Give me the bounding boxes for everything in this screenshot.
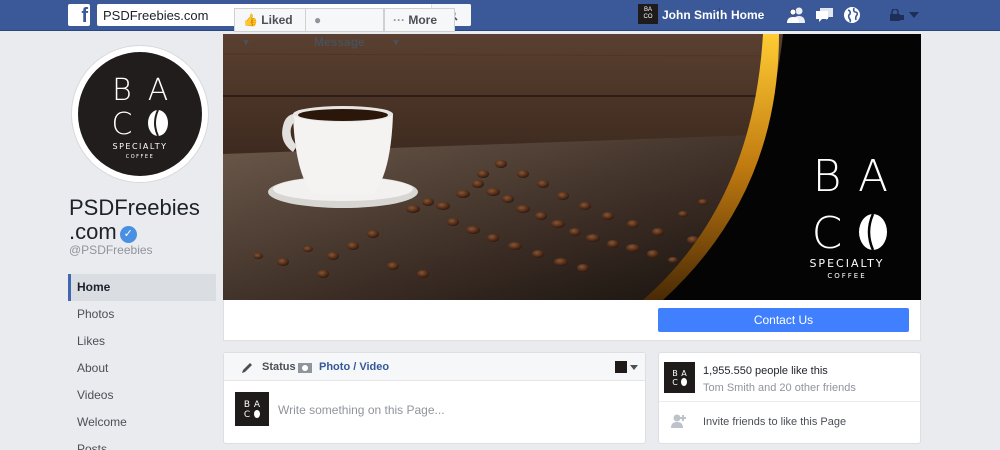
svg-text:B: B xyxy=(672,369,678,378)
svg-text:B: B xyxy=(813,151,842,202)
svg-text:C: C xyxy=(244,410,250,420)
svg-text:SPECIALTY: SPECIALTY xyxy=(809,257,884,270)
baco-logo-mark: B A C SPECIALTY COFFEE xyxy=(112,73,169,160)
nav-item-likes[interactable]: Likes xyxy=(68,328,216,355)
svg-text:A: A xyxy=(681,369,687,378)
nav-item-welcome[interactable]: Welcome xyxy=(68,409,216,436)
svg-text:B: B xyxy=(112,73,132,108)
page-title-line1: PSDFreebies xyxy=(69,195,200,220)
globe-icon[interactable] xyxy=(843,6,861,24)
likes-page-avatar[interactable]: B A C xyxy=(664,362,695,393)
likes-count[interactable]: 1,955.550 people like this xyxy=(703,365,828,377)
page-navigation: Home Photos Likes About Videos Welcome P… xyxy=(68,274,216,450)
tab-status[interactable]: Status xyxy=(262,361,296,373)
likes-box: B A C 1,955.550 people like this Tom Smi… xyxy=(658,352,921,444)
divider xyxy=(719,8,720,22)
dropdown-arrow-icon[interactable] xyxy=(909,12,919,18)
profile-picture[interactable]: B A C SPECIALTY COFFEE xyxy=(72,46,208,182)
svg-text:A: A xyxy=(148,73,169,108)
svg-text:A: A xyxy=(858,151,888,202)
page-handle[interactable]: @PSDFreebies xyxy=(69,243,153,257)
liked-button[interactable]: 👍 Liked ▾ xyxy=(234,8,306,49)
svg-text:COFFEE: COFFEE xyxy=(126,154,155,160)
more-dots-icon: ··· xyxy=(393,13,405,27)
more-label: More xyxy=(408,13,438,27)
message-button[interactable]: ● Message xyxy=(305,8,384,49)
like-thumb-icon: 👍 xyxy=(243,13,258,27)
user-avatar[interactable]: BA CO xyxy=(638,4,658,24)
chevron-down-icon[interactable] xyxy=(630,365,638,370)
facebook-logo-icon[interactable]: f xyxy=(68,4,90,27)
svg-text:SPECIALTY: SPECIALTY xyxy=(112,142,167,151)
friends-who-like[interactable]: Tom Smith and 20 other friends xyxy=(703,382,856,394)
message-bubble-icon: ● xyxy=(314,13,322,27)
camera-icon xyxy=(298,363,312,373)
verified-badge-icon: ✓ xyxy=(119,226,137,243)
divider xyxy=(659,401,920,402)
nav-item-home[interactable]: Home xyxy=(68,274,216,301)
nav-item-about[interactable]: About xyxy=(68,355,216,382)
svg-text:C: C xyxy=(112,107,133,142)
messages-icon[interactable] xyxy=(815,6,835,24)
contact-us-button[interactable]: Contact Us xyxy=(658,308,909,332)
svg-text:C: C xyxy=(812,208,843,259)
privacy-lock-icon[interactable] xyxy=(889,9,905,22)
nav-item-photos[interactable]: Photos xyxy=(68,301,216,328)
liked-label: Liked xyxy=(261,13,293,27)
message-label: Message xyxy=(314,35,365,49)
invite-friends-link[interactable]: Invite friends to like this Page xyxy=(703,416,846,428)
baco-logo-tiny: B A C xyxy=(672,369,687,387)
cover-image: B A C SPECIALTY COFFEE xyxy=(223,34,921,300)
home-link[interactable]: Home xyxy=(731,8,764,22)
composer-input[interactable]: Write something on this Page... xyxy=(278,403,445,417)
cover-photo[interactable]: B A C SPECIALTY COFFEE xyxy=(223,34,921,300)
search-input[interactable]: PSDFreebies.com xyxy=(103,8,208,23)
nav-item-posts[interactable]: Posts xyxy=(68,436,216,450)
composer-tabs: Status Photo / Video xyxy=(224,353,645,381)
add-friend-icon xyxy=(671,414,686,428)
composer-avatar: B A C xyxy=(235,392,269,426)
svg-text:COFFEE: COFFEE xyxy=(827,272,866,280)
more-button[interactable]: ··· More ▾ xyxy=(384,8,455,49)
svg-text:B: B xyxy=(244,400,250,410)
nav-item-videos[interactable]: Videos xyxy=(68,382,216,409)
svg-text:A: A xyxy=(254,400,261,410)
pencil-icon xyxy=(242,363,252,373)
page-title[interactable]: PSDFreebies .com ✓ xyxy=(69,196,200,244)
user-name-link[interactable]: John Smith xyxy=(662,8,727,22)
baco-logo-small: B A C xyxy=(244,400,261,420)
page-title-line2: .com xyxy=(69,219,117,244)
post-composer: Status Photo / Video B A C Write somethi… xyxy=(223,352,646,444)
post-as-avatar[interactable] xyxy=(615,361,627,373)
tab-photo-video[interactable]: Photo / Video xyxy=(319,361,389,373)
svg-text:C: C xyxy=(672,378,678,387)
baco-logo: B A C SPECIALTY COFFEE xyxy=(78,52,202,176)
top-navigation-bar: f PSDFreebies.com BA CO John Smith Home xyxy=(0,0,1000,31)
friend-requests-icon[interactable] xyxy=(786,6,806,24)
